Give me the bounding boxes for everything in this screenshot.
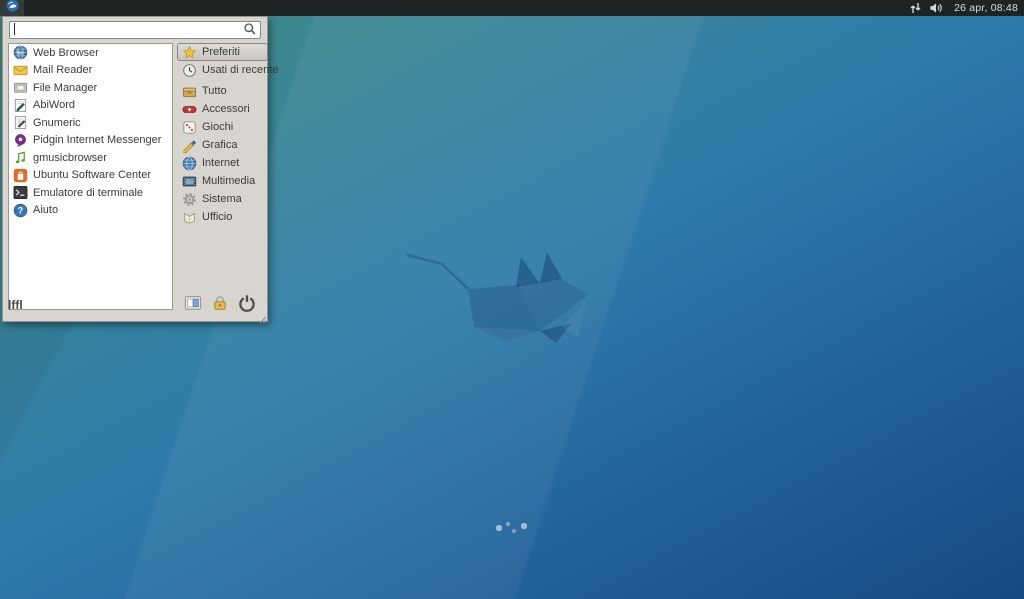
category-item-label: Tutto	[202, 85, 227, 97]
category-item-usati-di-recente[interactable]: Usati di recente	[177, 61, 268, 79]
search-field-wrap	[9, 20, 261, 38]
office-icon	[181, 209, 197, 225]
web-browser-icon	[12, 45, 28, 61]
category-item-label: Giochi	[202, 121, 233, 133]
app-item-label: Ubuntu Software Center	[33, 169, 151, 181]
category-item-label: Usati di recente	[202, 64, 278, 76]
settings-manager-icon	[184, 294, 202, 317]
app-item-gnumeric[interactable]: Gnumeric	[9, 114, 172, 132]
pidgin-icon	[12, 132, 28, 148]
category-item-internet[interactable]: Internet	[177, 154, 268, 172]
app-item-ubuntu-software-center[interactable]: Ubuntu Software Center	[9, 167, 172, 185]
app-item-emulatore-di-terminale[interactable]: Emulatore di terminale	[9, 184, 172, 202]
category-item-tutto[interactable]: Tutto	[177, 82, 268, 100]
mail-reader-icon	[12, 62, 28, 78]
lock-screen-icon	[211, 294, 229, 317]
search-icon[interactable]	[243, 22, 257, 36]
category-item-label: Accessori	[202, 103, 250, 115]
all-apps-icon	[181, 83, 197, 99]
app-item-pidgin-internet-messenger[interactable]: Pidgin Internet Messenger	[9, 132, 172, 150]
text-caret	[14, 23, 15, 35]
accessories-icon	[181, 101, 197, 117]
games-icon	[181, 119, 197, 135]
app-item-label: Mail Reader	[33, 64, 92, 76]
menu-footer: lffl	[3, 293, 267, 321]
app-item-label: AbiWord	[33, 99, 75, 111]
whisker-menu: Web Browser Mail Reader File Manager AbiWor…	[2, 16, 268, 322]
app-item-label: Web Browser	[33, 47, 99, 59]
app-item-label: Pidgin Internet Messenger	[33, 134, 161, 146]
category-item-ufficio[interactable]: Ufficio	[177, 208, 268, 226]
category-item-grafica[interactable]: Grafica	[177, 136, 268, 154]
category-item-multimedia[interactable]: Multimedia	[177, 172, 268, 190]
footer-buttons	[176, 295, 257, 315]
app-item-web-browser[interactable]: Web Browser	[9, 44, 172, 62]
top-panel: 26 apr, 08:48	[0, 0, 1024, 16]
app-item-mail-reader[interactable]: Mail Reader	[9, 62, 172, 80]
app-item-file-manager[interactable]: File Manager	[9, 79, 172, 97]
power-icon	[238, 294, 256, 317]
category-item-sistema[interactable]: Sistema	[177, 190, 268, 208]
lock-screen-button[interactable]	[210, 295, 230, 315]
category-item-giochi[interactable]: Giochi	[177, 118, 268, 136]
username-label: lffl	[8, 298, 23, 312]
xubuntu-mouse-logo	[400, 245, 600, 350]
settings-manager-button[interactable]	[183, 295, 203, 315]
gnumeric-icon	[12, 115, 28, 131]
recent-clock-icon	[181, 62, 197, 78]
xubuntu-logo-icon	[6, 0, 19, 17]
whisker-menu-button[interactable]	[0, 0, 24, 16]
internet-icon	[181, 155, 197, 171]
network-transfer-icon[interactable]	[908, 2, 923, 15]
loading-dot-2	[506, 522, 510, 526]
abiword-icon	[12, 97, 28, 113]
gmusicbrowser-icon	[12, 150, 28, 166]
panel-indicators: 26 apr, 08:48	[908, 2, 1024, 15]
star-icon	[181, 44, 197, 60]
software-center-icon	[12, 167, 28, 183]
category-item-preferiti[interactable]: Preferiti	[177, 43, 268, 61]
loading-dot-4	[521, 523, 526, 528]
loading-dot-1	[496, 525, 501, 530]
graphics-icon	[181, 137, 197, 153]
app-item-label: File Manager	[33, 82, 97, 94]
app-item-abiword[interactable]: AbiWord	[9, 97, 172, 115]
category-item-label: Ufficio	[202, 211, 232, 223]
category-item-label: Internet	[202, 157, 239, 169]
category-item-label: Preferiti	[202, 46, 240, 58]
app-item-label: Emulatore di terminale	[33, 187, 143, 199]
resize-grip[interactable]	[257, 311, 267, 321]
category-item-label: Grafica	[202, 139, 237, 151]
app-item-label: Aiuto	[33, 204, 58, 216]
volume-icon[interactable]	[929, 2, 944, 15]
power-button[interactable]	[237, 295, 257, 315]
file-manager-icon	[12, 80, 28, 96]
system-icon	[181, 191, 197, 207]
app-item-aiuto[interactable]: ? Aiuto	[9, 202, 172, 220]
help-icon: ?	[12, 202, 28, 218]
app-item-gmusicbrowser[interactable]: gmusicbrowser	[9, 149, 172, 167]
category-item-accessori[interactable]: Accessori	[177, 100, 268, 118]
category-item-label: Sistema	[202, 193, 242, 205]
svg-text:?: ?	[17, 205, 22, 215]
loading-dot-3	[512, 529, 516, 533]
search-input[interactable]	[9, 21, 261, 39]
app-item-label: Gnumeric	[33, 117, 81, 129]
multimedia-icon	[181, 173, 197, 189]
terminal-icon	[12, 185, 28, 201]
application-list: Web Browser Mail Reader File Manager AbiWor…	[8, 43, 173, 310]
panel-clock[interactable]: 26 apr, 08:48	[950, 2, 1018, 14]
app-item-label: gmusicbrowser	[33, 152, 107, 164]
category-item-label: Multimedia	[202, 175, 255, 187]
category-list: Preferiti Usati di recente Tutto Accessori G…	[177, 43, 268, 226]
